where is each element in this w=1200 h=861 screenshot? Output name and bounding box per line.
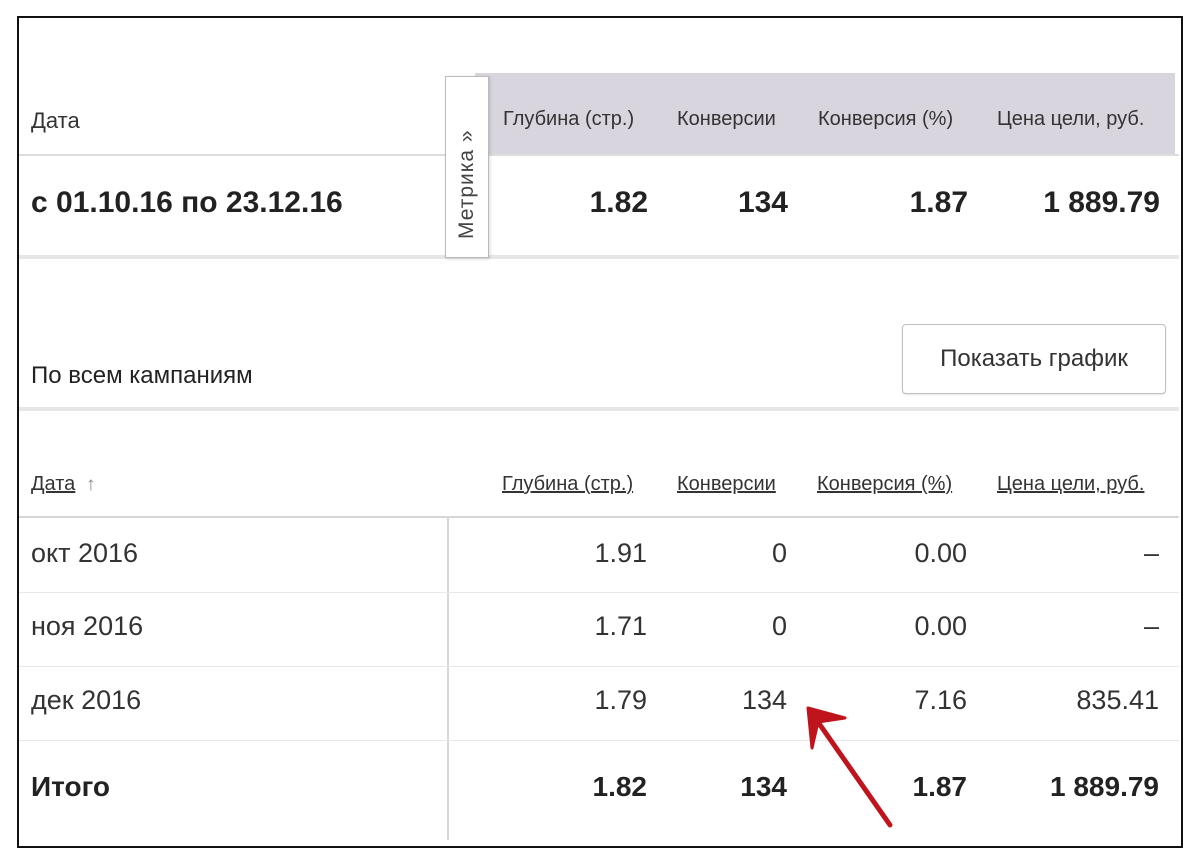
- cell-depth: 1.71: [594, 611, 647, 641]
- top-value-conversions: 134: [737, 186, 788, 219]
- cell-depth: 1.82: [592, 771, 648, 802]
- top-value-goal-price: 1 889.79: [1043, 186, 1160, 219]
- cell-goal-price: –: [1143, 611, 1159, 641]
- cell-date: Итого: [31, 771, 110, 802]
- table-row: ноя 2016 1.71 0 0.00 –: [19, 593, 1179, 667]
- cell-goal-price: –: [1143, 538, 1159, 568]
- top-header-depth: Глубина (стр.): [503, 108, 635, 130]
- cell-conversions: 134: [741, 685, 787, 715]
- column-header-goal-price[interactable]: Цена цели, руб.: [997, 473, 1144, 496]
- column-header-date[interactable]: Дата: [31, 473, 75, 496]
- top-date-header: Дата: [31, 108, 80, 133]
- top-header-conversion-pct: Конверсия (%): [818, 108, 954, 130]
- cell-depth: 1.79: [594, 685, 647, 715]
- table-total-row: Итого 1.82 134 1.87 1 889.79: [19, 741, 1179, 815]
- cell-conversion-pct: 7.16: [914, 685, 967, 715]
- divider: [19, 255, 1179, 259]
- cell-conversions: 134: [740, 771, 787, 802]
- divider: [19, 407, 1179, 411]
- top-value-depth: 1.82: [589, 186, 648, 219]
- cell-goal-price: 835.41: [1076, 685, 1159, 715]
- top-value-conversion-pct: 1.87: [909, 186, 968, 219]
- cell-conversion-pct: 1.87: [912, 771, 968, 802]
- show-chart-button[interactable]: Показать график: [902, 324, 1166, 394]
- metrika-toggle-tab[interactable]: Метрика »: [445, 76, 489, 258]
- section-title: По всем кампаниям: [31, 362, 253, 389]
- cell-depth: 1.91: [594, 538, 647, 568]
- column-header-depth[interactable]: Глубина (стр.): [502, 473, 633, 496]
- cell-conversion-pct: 0.00: [914, 538, 967, 568]
- column-header-conversion-pct[interactable]: Конверсия (%): [817, 473, 952, 496]
- cell-conversion-pct: 0.00: [914, 611, 967, 641]
- top-header-goal-price: Цена цели, руб.: [997, 108, 1145, 130]
- cell-goal-price: 1 889.79: [1050, 771, 1159, 802]
- table-row: дек 2016 1.79 134 7.16 835.41: [19, 667, 1179, 741]
- divider: [19, 154, 1179, 156]
- table-row: окт 2016 1.91 0 0.00 –: [19, 518, 1179, 592]
- cell-date: ноя 2016: [31, 611, 144, 641]
- period-label: с 01.10.16 по 23.12.16: [31, 186, 343, 219]
- cell-date: окт 2016: [31, 538, 139, 568]
- top-header-conversions: Конверсии: [677, 108, 776, 130]
- metrika-tab-label: Метрика »: [455, 129, 478, 239]
- column-header-conversions[interactable]: Конверсии: [677, 473, 776, 496]
- arrow-up-icon: ↑: [86, 474, 96, 495]
- cell-date: дек 2016: [31, 685, 142, 715]
- cell-conversions: 0: [771, 611, 787, 641]
- cell-conversions: 0: [771, 538, 787, 568]
